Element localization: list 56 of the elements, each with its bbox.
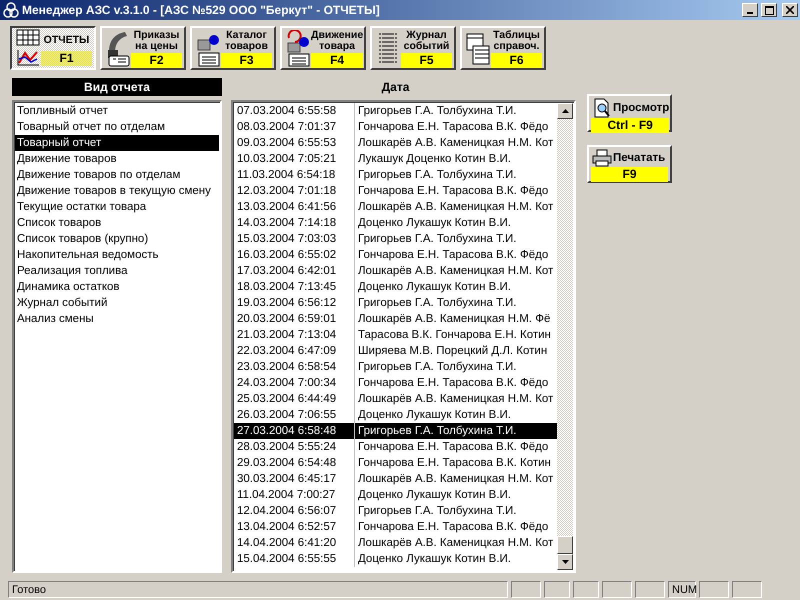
window-title: Менеджер АЗС v.3.1.0 - [АЗС №529 ООО "Беркут" - ОТЧЕТЫ]: [22, 3, 381, 17]
table-row[interactable]: 12.04.2004 6:56:07 Григорьев Г.А. Толбухина Т.И.: [234, 503, 557, 519]
table-row[interactable]: 25.03.2004 6:44:49 Лошкарёв А.В. Каменицкая Н.М. Кот: [234, 391, 557, 407]
table-row[interactable]: 20.03.2004 6:59:01 Лошкарёв А.В. Каменицкая Н.М. Фё: [234, 311, 557, 327]
toolbar-button[interactable]: Таблицы справоч. F6: [460, 26, 546, 70]
table-row[interactable]: 28.03.2004 5:55:24 Гончарова Е.Н. Тарасова В.К. Фёдо: [234, 439, 557, 455]
table-row[interactable]: 14.04.2004 6:41:20 Лошкарёв А.В. Каменицкая Н.М. Кот: [234, 535, 557, 551]
toolbar-button[interactable]: Каталог товаров F3: [190, 26, 276, 70]
table-row[interactable]: 21.03.2004 7:13:04 Тарасова В.К. Гончарова Е.Н. Котин: [234, 327, 557, 343]
table-row[interactable]: 09.03.2004 6:55:53 Лошкарёв А.В. Каменицкая Н.М. Кот: [234, 135, 557, 151]
toolbar-button[interactable]: Приказы на цены F2: [100, 26, 186, 70]
list-item[interactable]: Реализация топлива: [15, 263, 219, 279]
list-item[interactable]: Движение товаров по отделам: [15, 167, 219, 183]
list-item[interactable]: Топливный отчет: [15, 103, 219, 119]
table-row[interactable]: 10.03.2004 7:05:21 Лукашук Доценко Котин В.И.: [234, 151, 557, 167]
table-row[interactable]: 11.04.2004 7:00:27 Доценко Лукашук Котин В.И.: [234, 487, 557, 503]
table-row[interactable]: 29.03.2004 6:54:48 Гончарова Е.Н. Тарасова В.К. Котин: [234, 455, 557, 471]
list-item[interactable]: Накопительная ведомость: [15, 247, 219, 263]
table-row[interactable]: 27.03.2004 6:58:48 Григорьев Г.А. Толбухина Т.И.: [234, 423, 557, 439]
table-row[interactable]: 16.03.2004 6:55:02 Гончарова Е.Н. Тарасова В.К. Фёдо: [234, 247, 557, 263]
table-row[interactable]: 26.03.2004 7:06:55 Доценко Лукашук Котин В.И.: [234, 407, 557, 423]
table-row[interactable]: 13.03.2004 6:41:56 Лошкарёв А.В. Каменицкая Н.М. Кот: [234, 199, 557, 215]
list-item[interactable]: Движение товаров в текущую смену: [15, 183, 219, 199]
list-item[interactable]: Журнал событий: [15, 295, 219, 311]
table-row[interactable]: 08.03.2004 7:01:37 Гончарова Е.Н. Тарасова В.К. Фёдо: [234, 119, 557, 135]
list-item[interactable]: Список товаров (крупно): [15, 231, 219, 247]
list-item[interactable]: Текущие остатки товара: [15, 199, 219, 215]
toolbar-button[interactable]: Движение товара F4: [280, 26, 366, 70]
status-text: Готово: [12, 584, 46, 596]
table-row[interactable]: 22.03.2004 6:47:09 Ширяева М.В. Порецкий Д.Л. Котин: [234, 343, 557, 359]
table-row[interactable]: 15.03.2004 7:03:03 Григорьев Г.А. Толбухина Т.И.: [234, 231, 557, 247]
list-header: Вид отчета: [12, 78, 222, 96]
table-row[interactable]: 13.04.2004 6:52:57 Гончарова Е.Н. Тарасова В.К. Фёдо: [234, 519, 557, 535]
list-item[interactable]: Товарный отчет: [15, 135, 219, 151]
table-row[interactable]: 18.03.2004 7:13:45 Доценко Лукашук Котин В.И.: [234, 279, 557, 295]
table-row[interactable]: 24.03.2004 7:00:34 Гончарова Е.Н. Тарасова В.К. Фёдо: [234, 375, 557, 391]
list-item[interactable]: Анализ смены: [15, 311, 219, 327]
action-button[interactable]: Печатать F9: [587, 145, 672, 183]
table-row[interactable]: 19.03.2004 6:56:12 Григорьев Г.А. Толбухина Т.И.: [234, 295, 557, 311]
table-row[interactable]: 07.03.2004 6:55:58 Григорьев Г.А. Толбухина Т.И.: [234, 103, 557, 119]
status-indicator: NUM: [672, 584, 698, 596]
table-row[interactable]: 15.04.2004 6:55:55 Доценко Лукашук Котин В.И.: [234, 551, 557, 567]
table-row[interactable]: 17.03.2004 6:42:01 Лошкарёв А.В. Каменицкая Н.М. Кот: [234, 263, 557, 279]
table-row[interactable]: 14.03.2004 7:14:18 Доценко Лукашук Котин В.И.: [234, 215, 557, 231]
table-row[interactable]: 11.03.2004 6:54:18 Григорьев Г.А. Толбухина Т.И.: [234, 167, 557, 183]
toolbar-button[interactable]: Журнал событий F5: [370, 26, 456, 70]
table-row[interactable]: 30.03.2004 6:45:17 Лошкарёв А.В. Каменицкая Н.М. Кот: [234, 471, 557, 487]
list-item[interactable]: Товарный отчет по отделам: [15, 119, 219, 135]
list-item[interactable]: Движение товаров: [15, 151, 219, 167]
action-button[interactable]: Просмотр Ctrl - F9: [587, 94, 672, 132]
toolbar-button[interactable]: ОТЧЕТЫ F1: [10, 26, 96, 70]
table-row[interactable]: 12.03.2004 7:01:18 Гончарова Е.Н. Тарасова В.К. Фёдо: [234, 183, 557, 199]
list-item[interactable]: Список товаров: [15, 215, 219, 231]
table-row[interactable]: 23.03.2004 6:58:54 Григорьев Г.А. Толбухина Т.И.: [234, 359, 557, 375]
list-item[interactable]: Динамика остатков: [15, 279, 219, 295]
column-header: Дата: [380, 79, 410, 96]
